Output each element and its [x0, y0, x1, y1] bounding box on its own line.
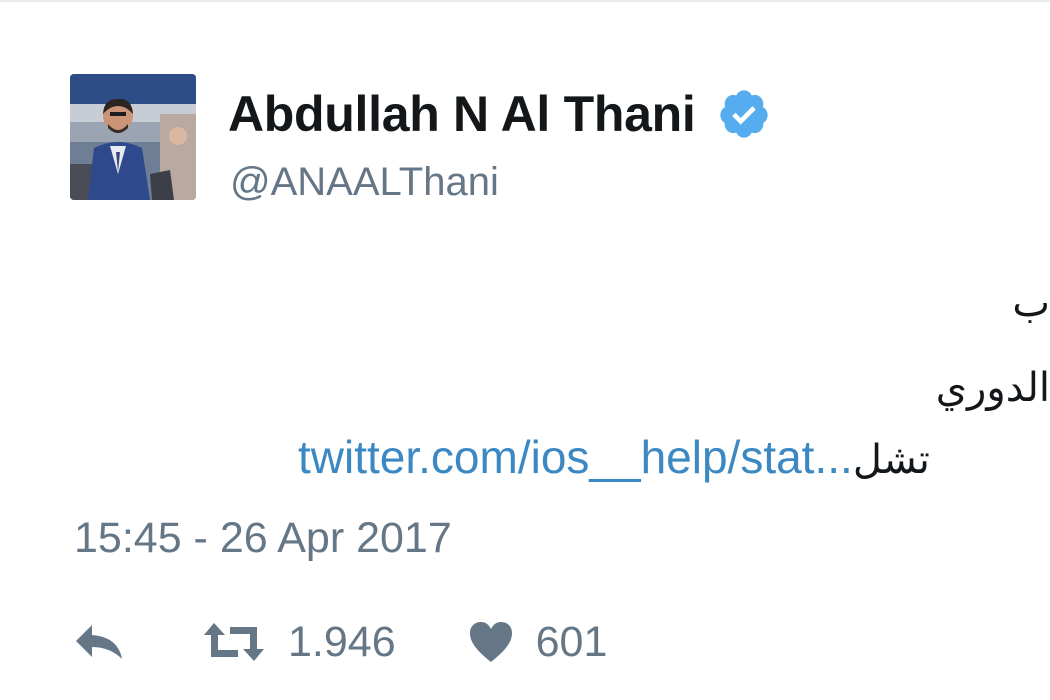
reply-button[interactable]	[70, 619, 128, 665]
avatar[interactable]	[70, 74, 196, 200]
tweet-text-line: twitter.com/ios__help/stat...تشل	[298, 430, 1050, 484]
top-divider	[0, 0, 1050, 2]
user-handle[interactable]: @ANAALThani	[230, 160, 499, 205]
retweet-button[interactable]: 1.946	[202, 618, 396, 667]
like-count: 601	[535, 617, 608, 666]
retweet-count: 1.946	[288, 617, 396, 666]
link-ellipsis: ...	[814, 431, 853, 483]
like-button[interactable]: 601	[468, 617, 608, 667]
retweet-icon	[204, 623, 264, 661]
tweet-timestamp[interactable]: 15:45 - 26 Apr 2017	[74, 514, 452, 563]
avatar-photo-icon	[70, 74, 196, 200]
tweet-text-line: ب	[1012, 281, 1050, 325]
tweet-text-fragment: تشل	[852, 438, 930, 482]
author-name-row[interactable]: Abdullah N Al Thani	[228, 84, 771, 144]
reply-icon	[76, 625, 122, 659]
display-name[interactable]: Abdullah N Al Thani	[228, 85, 696, 143]
heart-icon	[469, 622, 512, 662]
tweet-link[interactable]: twitter.com/ios__help/stat	[298, 431, 814, 483]
verified-badge-icon	[717, 87, 771, 141]
tweet-text-line: الدوري	[935, 366, 1050, 410]
tweet-actions: 1.946 601	[70, 612, 607, 672]
